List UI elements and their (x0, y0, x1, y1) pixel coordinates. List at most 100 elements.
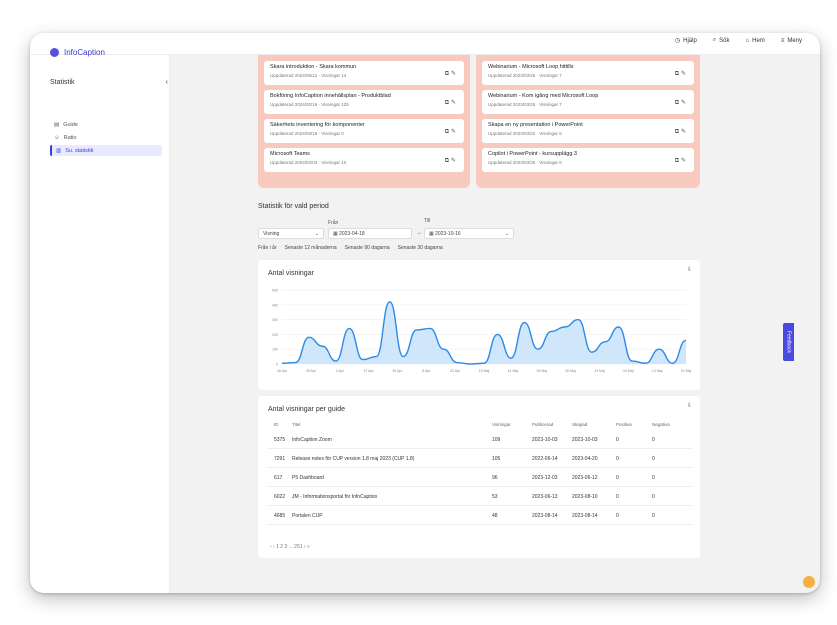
table-cell: 48 (492, 513, 498, 519)
x-tick-label: 26 Maj (536, 369, 547, 373)
table-cell: 0 (652, 494, 655, 500)
guide-card[interactable]: Bokföring InfoCaption innehållsplan - Pr… (264, 90, 464, 114)
guide-card[interactable]: Skapa en ny presentation i PowerPoint Upp… (482, 119, 694, 143)
feedback-tab[interactable]: Feedback (783, 323, 794, 361)
chevron-down-icon: ⌄ (504, 230, 509, 237)
top-nav: ◷ Hjälp ⌕ Sök ⌂ Hem ≡ Meny (675, 37, 802, 44)
sidebar-item-ratio[interactable]: ☺ Ratio (50, 132, 162, 143)
table-cell: P5 Dashboard (292, 475, 324, 481)
x-tick-label: 13 Maj (479, 369, 490, 373)
table-cell: 617 (274, 475, 283, 481)
x-tick-label: 13 Maj (652, 369, 663, 373)
to-date-input[interactable]: ▦ 2023-10-16 ⌄ (424, 228, 514, 239)
table-cell: 105 (492, 456, 501, 462)
sidebar-item-guide[interactable]: ▤ Guide (50, 119, 162, 130)
preset-this-year[interactable]: Från i år (258, 245, 277, 251)
col-header-positive[interactable]: Positiva (616, 422, 632, 427)
download-icon[interactable]: ⇩ (687, 402, 692, 409)
table-cell: 2023-12-03 (532, 475, 558, 481)
table-row[interactable]: 7291 Release notes för CUP version 1.8 ma… (268, 451, 692, 468)
edit-icon[interactable]: ⧉✎ (675, 70, 688, 78)
edit-icon[interactable]: ⧉✎ (445, 70, 458, 78)
edit-icon[interactable]: ⧉✎ (675, 128, 688, 136)
edit-icon[interactable]: ⧉✎ (445, 99, 458, 107)
sidebar-item-statistics[interactable]: ▥ Su. statistik (50, 145, 162, 156)
edit-icon[interactable]: ⧉✎ (675, 157, 688, 165)
topnav-menu[interactable]: ≡ Meny (781, 37, 802, 44)
table-row[interactable]: 4685 Portalen CUP 48 2023-08-14 2023-08-14 0 0 (268, 508, 692, 525)
preset-12-months[interactable]: Senaste 12 månaderna (285, 245, 337, 251)
to-label: Till (424, 218, 431, 224)
x-tick-label: 30 Maj (565, 369, 576, 373)
table-row[interactable]: 617 P5 Dashboard 96 2023-12-03 2023-06-12 0 0 (268, 470, 692, 487)
sidebar-header[interactable]: Statistik ‹ (50, 79, 168, 86)
preset-30-days[interactable]: Senaste 30 dagarna (398, 245, 443, 251)
table-cell: 2023-08-14 (572, 513, 598, 519)
x-tick-label: 18 Apr (277, 369, 288, 373)
y-tick-label: 100 (272, 348, 278, 352)
period-title: Statistik för vald period (258, 203, 329, 210)
table-cell: 2023-08-14 (532, 513, 558, 519)
from-date-input[interactable]: ▦ 2023-04-18 (328, 228, 412, 239)
x-tick-label: 17 Apr (364, 369, 375, 373)
edit-icon[interactable]: ⧉✎ (675, 99, 688, 107)
y-tick-label: 500 (272, 289, 278, 293)
topnav-search[interactable]: ⌕ Sök (713, 37, 730, 44)
y-tick-label: 400 (272, 303, 278, 307)
calendar-icon: ▦ (333, 230, 338, 237)
guide-card[interactable]: Microsoft Teams Uppdaterad 2024/02/03 · V… (264, 148, 464, 172)
table-row[interactable]: 5375 InfoCaption Zoom 109 2023-10-03 2023-10… (268, 432, 692, 449)
col-header-title[interactable]: Titel (292, 422, 300, 427)
guide-card[interactable]: Webinarium - Microsoft Loop hittills Uppd… (482, 61, 694, 85)
preset-90-days[interactable]: Senaste 90 dagarna (345, 245, 390, 251)
guide-card[interactable]: Säkerhets inventering för komponenter Upp… (264, 119, 464, 143)
table-cell: 0 (616, 494, 619, 500)
table-cell: 4685 (274, 513, 286, 519)
table-row[interactable]: 6022 JM - Informationsportal för InfoCapt… (268, 489, 692, 506)
x-tick-label: 13 Maj (594, 369, 605, 373)
clock-icon: ◷ (674, 38, 681, 44)
edit-icon[interactable]: ⧉✎ (445, 157, 458, 165)
guide-card[interactable]: Webinarium - Kom igång med Microsoft Loo… (482, 90, 694, 114)
col-header-views[interactable]: Visningar (492, 422, 511, 427)
collapse-icon[interactable]: ‹ (166, 79, 168, 86)
table-cell: 5375 (274, 437, 286, 443)
table-cell: 109 (492, 437, 501, 443)
col-header-published[interactable]: Publicerad (532, 422, 553, 427)
col-header-negative[interactable]: Negativa (652, 422, 670, 427)
brand[interactable]: InfoCaption (50, 48, 105, 57)
pagination[interactable]: ‹ ‹ 1 2 3 ... 251 › » (270, 544, 310, 550)
guide-card[interactable]: Copilot i PowerPoint - kursupplägg 3 Uppd… (482, 148, 694, 172)
guide-table-panel: Antal visningar per guide ⇩ ID Titel Vis… (258, 396, 700, 558)
col-header-id[interactable]: ID (274, 422, 279, 427)
col-header-created[interactable]: Skapad (572, 422, 587, 427)
x-tick-label: 22 Apr (450, 369, 461, 373)
app-window: ◷ Hjälp ⌕ Sök ⌂ Hem ≡ Meny InfoCaption Stati… (30, 33, 820, 593)
sidebar-items: ▤ Guide ☺ Ratio ▥ Su. statistik (50, 119, 162, 158)
x-tick-label: 20 Maj (681, 369, 692, 373)
avatar[interactable] (803, 576, 815, 588)
table-cell: 0 (652, 456, 655, 462)
right-guide-column: Webinarium - Microsoft Loop hittills Uppd… (476, 55, 700, 188)
search-icon: ⌕ (712, 37, 717, 43)
guide-card[interactable]: Skara introduktion - Skara kommun Uppdate… (264, 61, 464, 85)
topnav-home[interactable]: ⌂ Hem (746, 37, 765, 44)
y-tick-label: 200 (272, 333, 278, 337)
main-content: Skara introduktion - Skara kommun Uppdate… (170, 55, 820, 593)
table-cell: 0 (616, 456, 619, 462)
table-cell: 2023-06-13 (532, 494, 558, 500)
table-title: Antal visningar per guide (268, 406, 346, 413)
calendar-icon: ▦ (429, 230, 434, 237)
table-cell: 0 (616, 475, 619, 481)
table-cell: 7291 (274, 456, 286, 462)
edit-icon[interactable]: ⧉✎ (445, 128, 458, 136)
chart-icon: ▥ (56, 147, 62, 154)
table-cell: 2022-06-14 (532, 456, 558, 462)
brand-name: InfoCaption (64, 48, 105, 57)
sidebar: InfoCaption Statistik ‹ ▤ Guide ☺ Ratio ▥ Su… (30, 48, 170, 593)
table-cell: Release notes för CUP version 1.8 maj 20… (292, 456, 415, 462)
type-select[interactable]: Visning ⌄ (258, 228, 324, 239)
logo-icon (50, 48, 59, 57)
topnav-help[interactable]: ◷ Hjälp (674, 37, 697, 45)
user-icon: ☺ (54, 134, 60, 141)
